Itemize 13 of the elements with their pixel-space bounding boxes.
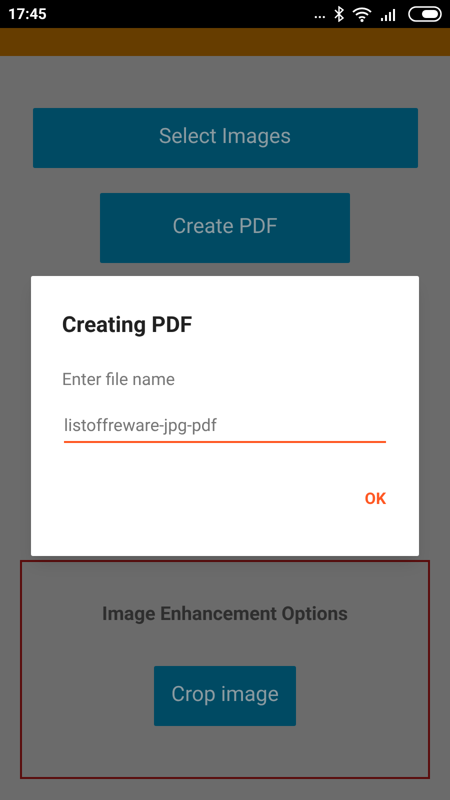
dialog-message: Enter file name [62,369,176,392]
file-name-field[interactable]: listoffreware-jpg-pdf [64,414,386,443]
battery-icon [408,6,442,22]
ok-button[interactable]: OK [358,483,392,515]
wifi-icon [352,6,372,22]
status-time: 17:45 [8,4,47,25]
create-pdf-button[interactable]: Create PDF [100,193,350,263]
notification-dots: ... [314,7,326,21]
crop-image-button[interactable]: Crop image [154,666,296,726]
select-images-button[interactable]: Select Images [32,108,418,168]
dialog-title: Creating PDF [62,312,194,340]
bluetooth-icon [334,6,344,22]
panel-title: Image Enhancement Options [102,601,348,627]
